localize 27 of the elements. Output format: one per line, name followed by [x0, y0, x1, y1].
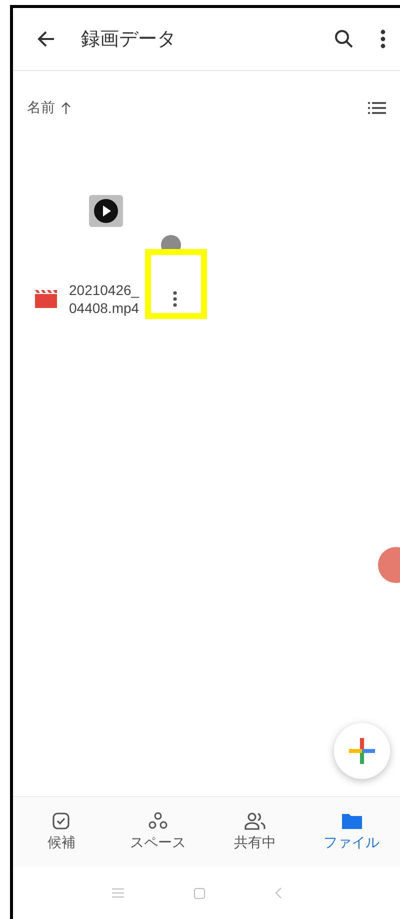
- video-thumbnail[interactable]: [89, 195, 123, 227]
- nav-label: ファイル: [324, 834, 380, 852]
- folder-title: 録画データ: [81, 27, 177, 52]
- sort-button[interactable]: 名前: [27, 99, 71, 117]
- sort-label: 名前: [27, 99, 55, 117]
- more-icon: [380, 29, 386, 49]
- nav-tab[interactable]: 共有中: [206, 797, 304, 867]
- people-icon: [244, 812, 266, 830]
- list-icon: [368, 101, 386, 115]
- search-icon: [334, 29, 354, 49]
- nav-label: 共有中: [234, 834, 276, 852]
- highlight-frame: [145, 249, 207, 319]
- nav-label: 候補: [47, 834, 76, 852]
- circles-icon: [148, 812, 168, 830]
- back-arrow-icon: [37, 30, 55, 48]
- checkbox-icon: [52, 812, 70, 830]
- file-name: 20210426_ 04408.mp4: [69, 281, 140, 317]
- more-icon: [173, 291, 178, 307]
- folder-icon: [340, 812, 363, 830]
- arrow-up-icon: [61, 102, 71, 114]
- nav-tab[interactable]: 候補: [13, 797, 110, 867]
- new-button[interactable]: [334, 723, 390, 779]
- nav-label: スペース: [130, 834, 186, 852]
- plus-icon: [349, 738, 375, 764]
- nav-tab[interactable]: ファイル: [303, 797, 400, 867]
- clapperboard-icon: [35, 290, 57, 308]
- nav-tab[interactable]: スペース: [110, 797, 206, 867]
